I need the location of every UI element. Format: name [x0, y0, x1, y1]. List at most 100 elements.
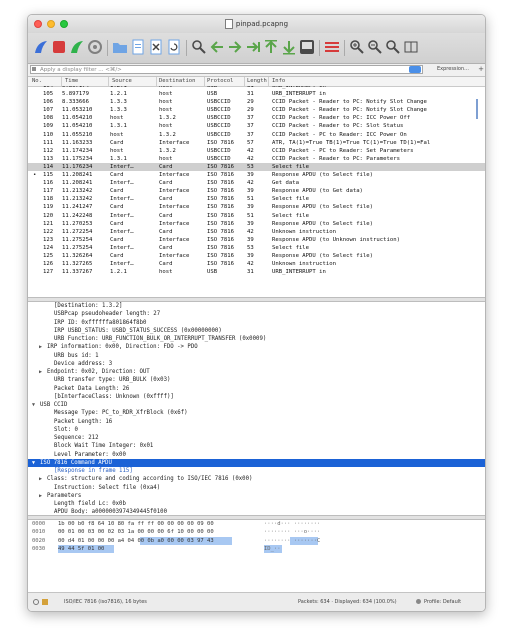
- packet-row[interactable]: 108 11.054210 host 1.3.2 USBCCID 37 CCID Packe…: [28, 114, 485, 122]
- bytes-row[interactable]: 0020 00 d4 01 00 00 00 a4 04 00 0b a0 00 …: [28, 537, 485, 545]
- display-filter-input[interactable]: Apply a display filter ... <⌘/>: [30, 65, 423, 74]
- detail-tree-item[interactable]: ▶ IRP information: 0x00, Direction: FDO -…: [28, 343, 485, 351]
- detail-tree-item[interactable]: IRP USBD_STATUS: USBD_STATUS_SUCCESS (0x…: [28, 327, 485, 335]
- bytes-row[interactable]: 0030 49 44 5f 01 00 ID_··: [28, 545, 485, 553]
- packet-row[interactable]: 119 11.241247 Card Interface ISO 7816 39 Respo…: [28, 203, 485, 211]
- detail-tree-item[interactable]: Packet Length: 16: [28, 418, 485, 426]
- capture-comment-icon[interactable]: [42, 599, 48, 605]
- detail-tree-item[interactable]: Instruction: Select file (0xa4): [28, 484, 485, 492]
- status-profile[interactable]: Profile: Default: [424, 599, 461, 605]
- detail-tree-item[interactable]: [Destination: 1.3.2]: [28, 302, 485, 310]
- detail-tree-item[interactable]: ▼ USB CCID: [28, 401, 485, 409]
- expert-info-icon[interactable]: [33, 599, 39, 605]
- detail-tree-item[interactable]: ▼ ISO 7816 Command APDU: [28, 458, 485, 467]
- packet-row[interactable]: 121 11.270253 Card Interface ISO 7816 39 Respo…: [28, 220, 485, 228]
- detail-tree-item[interactable]: URB transfer type: URB_BULK (0x03): [28, 376, 485, 384]
- column-header-no[interactable]: No.: [32, 78, 42, 84]
- filter-bookmark-icon[interactable]: [32, 67, 36, 71]
- packet-row[interactable]: 106 8.333666 1.3.3 host USBCCID 29 CCID Packet…: [28, 98, 485, 106]
- packet-row[interactable]: 109 11.054210 1.3.1 host USBCCID 37 CCID Packe…: [28, 122, 485, 130]
- packet-row[interactable]: 112 11.174234 host 1.3.2 USBCCID 42 CCID Packe…: [28, 147, 485, 155]
- go-to-packet-button[interactable]: [244, 38, 262, 56]
- packet-row[interactable]: 107 11.053210 1.3.3 host USBCCID 29 CCID Packe…: [28, 106, 485, 114]
- packet-row[interactable]: 111 11.163233 Card Interface ISO 7816 57 ATR, …: [28, 139, 485, 147]
- save-file-button[interactable]: [129, 38, 147, 56]
- detail-tree-item[interactable]: URB bus id: 1: [28, 352, 485, 360]
- packet-row[interactable]: 113 11.175234 1.3.1 host USBCCID 42 CCID Packe…: [28, 155, 485, 163]
- packet-row[interactable]: 110 11.055210 host 1.3.2 USBCCID 37 CCID Packe…: [28, 131, 485, 139]
- detail-tree-item[interactable]: Device address: 3: [28, 360, 485, 368]
- detail-tree-item[interactable]: Block Wait Time Integer: 0x01: [28, 442, 485, 450]
- zoom-in-button[interactable]: [348, 38, 366, 56]
- column-header-protocol[interactable]: Protocol: [207, 78, 234, 84]
- collapse-triangle-icon[interactable]: ▼: [32, 459, 35, 467]
- packet-row[interactable]: 105 5.897179 1.2.1 host USB 31 URB_INTERRUPT i…: [28, 90, 485, 98]
- autoscroll-button[interactable]: [298, 38, 316, 56]
- bytes-row[interactable]: 0000 1b 00 b0 f8 64 10 80 fa ff ff 00 00 …: [28, 520, 485, 528]
- restart-capture-button[interactable]: [68, 38, 86, 56]
- stop-capture-button[interactable]: [50, 38, 68, 56]
- capture-options-button[interactable]: [86, 38, 104, 56]
- resize-columns-button[interactable]: [402, 38, 420, 56]
- normal-size-button[interactable]: [384, 38, 402, 56]
- packet-row[interactable]: 120 11.242248 Interf… Card ISO 7816 51 Select …: [28, 212, 485, 220]
- profile-icon[interactable]: [416, 599, 421, 604]
- packet-row[interactable]: • 115 11.208241 Card Interface ISO 7816 39 Resp…: [28, 171, 485, 179]
- packet-list-scroll-indicator[interactable]: [476, 99, 478, 119]
- first-packet-button[interactable]: [262, 38, 280, 56]
- last-packet-button[interactable]: [280, 38, 298, 56]
- packet-row[interactable]: 117 11.213242 Card Interface ISO 7816 39 Respo…: [28, 187, 485, 195]
- reload-file-button[interactable]: [165, 38, 183, 56]
- detail-tree-item[interactable]: URB Function: URB_FUNCTION_BULK_OR_INTER…: [28, 335, 485, 343]
- open-file-button[interactable]: [111, 38, 129, 56]
- detail-tree-item[interactable]: ▶ Parameters: [28, 492, 485, 500]
- expand-triangle-icon[interactable]: ▶: [39, 475, 42, 483]
- packet-row[interactable]: 116 11.208241 Interf… Card ISO 7816 42 Get dat…: [28, 179, 485, 187]
- column-header-destination[interactable]: Destination: [159, 78, 195, 84]
- add-filter-button[interactable]: +: [477, 64, 485, 75]
- detail-tree-item[interactable]: IRP ID: 0xffffffa801864f8b0: [28, 319, 485, 327]
- detail-tree-item[interactable]: ▶ Endpoint: 0x02, Direction: OUT: [28, 368, 485, 376]
- find-packet-button[interactable]: [190, 38, 208, 56]
- packet-row[interactable]: 124 11.275254 Interf… Card ISO 7816 53 Select …: [28, 244, 485, 252]
- detail-tree-item[interactable]: APDU Body: a0000003974349445f0100: [28, 508, 485, 514]
- expand-triangle-icon[interactable]: ▶: [39, 492, 42, 500]
- packet-row[interactable]: 118 11.213242 Interf… Card ISO 7816 51 Select …: [28, 195, 485, 203]
- detail-tree-item[interactable]: Packet Data Length: 26: [28, 385, 485, 393]
- detail-tree-item[interactable]: [Response in frame 115]: [28, 467, 485, 475]
- bytes-row[interactable]: 0010 00 01 00 03 00 02 03 1a 00 00 00 6f …: [28, 528, 485, 536]
- column-header-time[interactable]: Time: [65, 78, 78, 84]
- collapse-triangle-icon[interactable]: ▼: [32, 401, 35, 409]
- colorize-button[interactable]: [323, 38, 341, 56]
- close-file-button[interactable]: [147, 38, 165, 56]
- packet-cell-no: 115: [43, 172, 54, 179]
- packet-row[interactable]: 114 11.176234 Interf… Card ISO 7816 53 Select …: [28, 162, 485, 172]
- expand-triangle-icon[interactable]: ▶: [39, 343, 42, 351]
- detail-tree-item[interactable]: Sequence: 212: [28, 434, 485, 442]
- close-window-button[interactable]: [34, 20, 42, 28]
- go-forward-button[interactable]: [226, 38, 244, 56]
- detail-tree-item[interactable]: Slot: 0: [28, 426, 485, 434]
- zoom-window-button[interactable]: [60, 20, 68, 28]
- minimize-window-button[interactable]: [47, 20, 55, 28]
- column-header-length[interactable]: Length: [247, 78, 267, 84]
- detail-tree-item[interactable]: [bInterfaceClass: Unknown (0xffff)]: [28, 393, 485, 401]
- detail-tree-item[interactable]: Length field Lc: 0x0b: [28, 500, 485, 508]
- detail-tree-item[interactable]: Level Parameter: 0x00: [28, 451, 485, 459]
- detail-tree-item[interactable]: USBPcap pseudoheader length: 27: [28, 310, 485, 318]
- column-header-source[interactable]: Source: [112, 78, 132, 84]
- detail-tree-item[interactable]: ▶ Class: structure and coding according t…: [28, 475, 485, 483]
- start-capture-button[interactable]: [32, 38, 50, 56]
- detail-tree-item[interactable]: Message Type: PC_to_RDR_XfrBlock (0x6f): [28, 409, 485, 417]
- packet-row[interactable]: 122 11.272254 Interf… Card ISO 7816 42 Unknown…: [28, 228, 485, 236]
- expression-button[interactable]: Expression...: [437, 65, 477, 74]
- zoom-out-button[interactable]: [366, 38, 384, 56]
- expand-triangle-icon[interactable]: ▶: [39, 368, 42, 376]
- apply-filter-button[interactable]: [409, 66, 421, 73]
- packet-row[interactable]: 125 11.326264 Card Interface ISO 7816 39 Respo…: [28, 252, 485, 260]
- packet-row[interactable]: 123 11.275254 Card Interface ISO 7816 39 Respo…: [28, 236, 485, 244]
- go-back-button[interactable]: [208, 38, 226, 56]
- packet-row[interactable]: 126 11.327265 Interf… Card ISO 7816 42 Unknown…: [28, 260, 485, 268]
- packet-row[interactable]: 127 11.337267 1.2.1 host USB 31 URB_INTERRUPT …: [28, 268, 485, 276]
- column-header-info[interactable]: Info: [272, 78, 285, 84]
